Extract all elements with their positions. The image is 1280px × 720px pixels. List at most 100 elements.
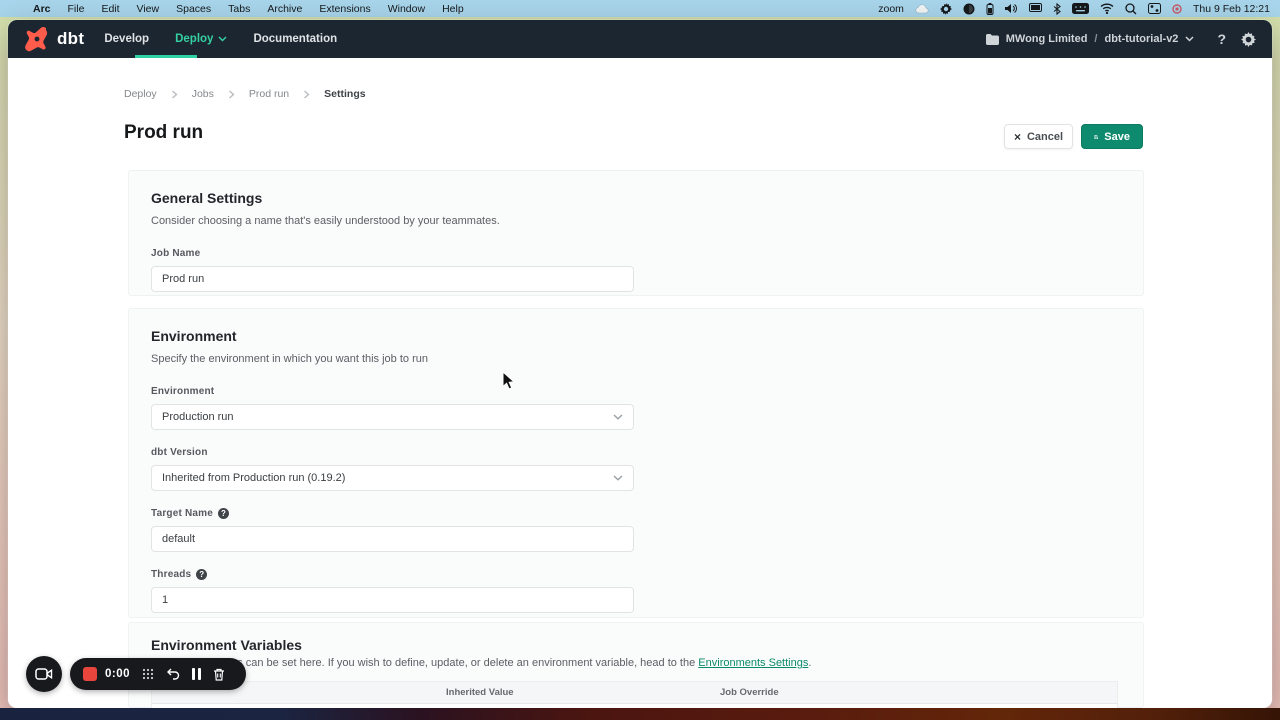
menu-arc[interactable]: Arc <box>33 3 51 15</box>
project-picker[interactable]: MWong Limited / dbt-tutorial-v2 <box>986 33 1195 45</box>
breadcrumb-deploy[interactable]: Deploy <box>124 88 157 100</box>
page-title: Prod run <box>124 122 203 144</box>
environment-title: Environment <box>151 328 1121 344</box>
browser-window: dbt Develop Deploy Documentation MWong L… <box>8 20 1272 708</box>
cloud-icon[interactable] <box>915 4 929 14</box>
recording-timer: 0:00 <box>105 668 130 680</box>
save-button-label: Save <box>1104 131 1130 143</box>
environments-settings-link[interactable]: Environments Settings <box>698 657 808 669</box>
control-center-icon[interactable] <box>1148 3 1161 14</box>
recording-indicator-icon[interactable] <box>1172 4 1182 14</box>
menu-spaces[interactable]: Spaces <box>176 3 211 15</box>
spotlight-search-icon[interactable] <box>1125 3 1137 15</box>
environment-select-value: Production run <box>162 411 234 423</box>
chevron-down-icon <box>218 36 227 42</box>
target-name-label: Target Name ? <box>151 508 1121 519</box>
menubar-app-menus: Arc File Edit View Spaces Tabs Archive E… <box>33 3 464 15</box>
breadcrumb-jobs[interactable]: Jobs <box>192 88 214 100</box>
breadcrumb-settings[interactable]: Settings <box>324 88 365 100</box>
dbt-version-label-text: dbt Version <box>151 447 208 458</box>
macos-menubar: Arc File Edit View Spaces Tabs Archive E… <box>0 0 1280 17</box>
cancel-button-label: Cancel <box>1027 131 1063 143</box>
env-vars-description-period: . <box>808 657 811 669</box>
threads-input[interactable]: 1 <box>151 587 634 613</box>
nav-item-documentation[interactable]: Documentation <box>253 33 337 45</box>
display-icon[interactable] <box>1029 3 1042 14</box>
save-button[interactable]: Save <box>1081 124 1143 149</box>
menu-extensions[interactable]: Extensions <box>319 3 370 15</box>
folder-icon <box>986 34 999 45</box>
page-content: Deploy Jobs Prod run Settings Prod run ×… <box>8 58 1272 708</box>
dbt-navbar: dbt Develop Deploy Documentation MWong L… <box>8 20 1272 58</box>
do-not-disturb-icon[interactable] <box>963 3 975 15</box>
threads-label-text: Threads <box>151 569 191 580</box>
breadcrumb: Deploy Jobs Prod run Settings <box>124 88 366 100</box>
menubar-clock[interactable]: Thu 9 Feb 12:21 <box>1193 3 1270 15</box>
input-source-icon[interactable] <box>1072 3 1089 14</box>
desktop-wallpaper-strip <box>0 708 1280 720</box>
battery-icon[interactable] <box>986 3 994 15</box>
settings-gear-icon[interactable] <box>1241 32 1256 47</box>
dbt-version-select[interactable]: Inherited from Production run (0.19.2) <box>151 465 634 491</box>
trash-icon[interactable] <box>213 668 225 681</box>
apple-menu-icon[interactable] <box>10 2 21 15</box>
environment-card: Environment Specify the environment in w… <box>128 308 1144 618</box>
dbt-version-field: dbt Version Inherited from Production ru… <box>151 447 1121 491</box>
nav-item-develop[interactable]: Develop <box>104 33 149 45</box>
menu-edit[interactable]: Edit <box>101 3 119 15</box>
dbt-version-label: dbt Version <box>151 447 1121 458</box>
environment-select-field: Environment Production run <box>151 386 1121 430</box>
menu-file[interactable]: File <box>68 3 85 15</box>
dbt-logo[interactable]: dbt <box>24 26 84 52</box>
general-settings-description: Consider choosing a name that's easily u… <box>151 215 1121 227</box>
general-settings-card: General Settings Consider choosing a nam… <box>128 170 1144 296</box>
breadcrumb-chevron-icon <box>303 90 310 99</box>
nav-item-deploy[interactable]: Deploy <box>175 33 227 45</box>
job-name-label: Job Name <box>151 248 1121 259</box>
dbt-logo-icon <box>24 26 50 52</box>
primary-nav: Develop Deploy Documentation <box>104 33 337 45</box>
recording-toolbar: 0:00 <box>70 658 246 690</box>
chevron-down-icon <box>1185 36 1194 42</box>
environment-label-text: Environment <box>151 386 214 397</box>
cancel-button[interactable]: × Cancel <box>1004 124 1073 149</box>
restart-undo-icon[interactable] <box>166 668 180 680</box>
volume-icon[interactable] <box>1005 3 1018 14</box>
camera-bubble-button[interactable] <box>26 656 62 692</box>
drag-handle-icon[interactable] <box>142 668 154 680</box>
menu-view[interactable]: View <box>137 3 160 15</box>
menu-tabs[interactable]: Tabs <box>228 3 250 15</box>
menu-help[interactable]: Help <box>442 3 464 15</box>
general-settings-title: General Settings <box>151 190 1121 206</box>
video-camera-icon <box>35 667 53 681</box>
target-name-field: Target Name ? default <box>151 508 1121 552</box>
wifi-icon[interactable] <box>1100 3 1114 14</box>
table-header-inherited-value: Inherited Value <box>446 687 720 698</box>
threads-field: Threads ? 1 <box>151 569 1121 613</box>
pause-icon[interactable] <box>192 668 201 680</box>
navbar-right: MWong Limited / dbt-tutorial-v2 ? <box>986 31 1256 47</box>
job-name-input[interactable]: Prod run <box>151 266 634 292</box>
stop-recording-button[interactable] <box>83 667 97 681</box>
gear-menu-icon[interactable] <box>940 3 952 15</box>
menu-window[interactable]: Window <box>388 3 425 15</box>
environment-variables-table: Inherited Value Job Override <box>151 681 1118 708</box>
nav-item-develop-label: Develop <box>104 33 149 45</box>
help-icon[interactable]: ? <box>218 508 229 519</box>
job-name-label-text: Job Name <box>151 248 200 259</box>
breadcrumb-prod-run[interactable]: Prod run <box>249 88 289 100</box>
menu-archive[interactable]: Archive <box>267 3 302 15</box>
account-name: MWong Limited <box>1006 33 1088 45</box>
save-icon <box>1094 131 1098 143</box>
bluetooth-icon[interactable] <box>1053 3 1061 15</box>
environment-description: Specify the environment in which you wan… <box>151 353 1121 365</box>
environment-variables-title: Environment Variables <box>151 637 1121 653</box>
help-icon[interactable]: ? <box>196 569 207 580</box>
environment-select[interactable]: Production run <box>151 404 634 430</box>
help-icon[interactable]: ? <box>1217 31 1226 47</box>
table-header-job-override: Job Override <box>720 687 1117 698</box>
threads-label: Threads ? <box>151 569 1121 580</box>
target-name-input[interactable]: default <box>151 526 634 552</box>
chevron-down-icon <box>613 475 623 481</box>
zoom-menu-label[interactable]: zoom <box>878 3 904 15</box>
